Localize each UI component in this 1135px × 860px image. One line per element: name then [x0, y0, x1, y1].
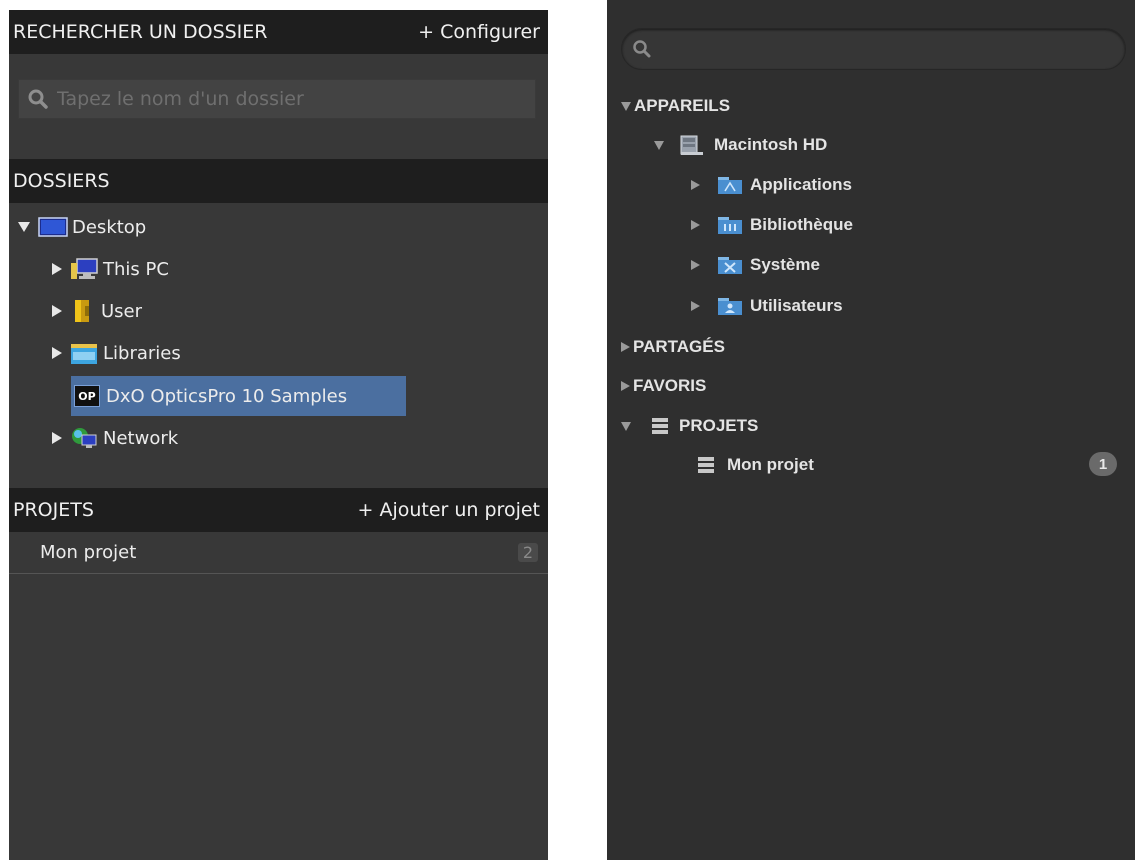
tree-item-label: Macintosh HD — [714, 135, 828, 154]
tree-item-bibliotheque[interactable]: Bibliothèque — [691, 209, 853, 241]
tree-item-applications[interactable]: Applications — [691, 169, 852, 201]
libraries-icon — [71, 344, 97, 364]
expand-arrow-icon[interactable] — [691, 180, 700, 190]
configure-button[interactable]: + Configurer — [418, 21, 540, 43]
expand-arrow-icon[interactable] — [621, 381, 630, 391]
tree-item-utilisateurs[interactable]: Utilisateurs — [691, 290, 843, 322]
desktop-icon — [38, 217, 68, 237]
tree-item-macintosh-hd[interactable]: Macintosh HD — [654, 129, 827, 161]
computer-icon — [71, 258, 98, 279]
search-folder-title: RECHERCHER UN DOSSIER — [13, 21, 268, 43]
projects-header: PROJETS + Ajouter un projet — [9, 488, 548, 532]
tree-item-network[interactable]: Network — [52, 418, 178, 458]
tree-item-label: Système — [750, 255, 820, 274]
search-folder-header: RECHERCHER UN DOSSIER + Configurer — [9, 10, 548, 54]
user-folder-icon — [75, 300, 89, 322]
tree-item-label: DxO OpticsPro 10 Samples — [106, 385, 348, 407]
section-projects-label: PROJETS — [679, 416, 759, 435]
op-icon-text: OP — [78, 389, 96, 403]
system-folder-icon — [718, 257, 742, 274]
project-count-badge: 1 — [1089, 452, 1117, 476]
tree-item-systeme[interactable]: Système — [691, 249, 820, 281]
section-projects[interactable]: PROJETS — [621, 410, 758, 442]
project-count-badge: 2 — [517, 543, 538, 562]
tree-item-this-pc[interactable]: This PC — [52, 249, 169, 289]
tree-item-dxo-samples[interactable]: OP DxO OpticsPro 10 Samples — [71, 376, 406, 416]
section-favorites[interactable]: FAVORIS — [621, 370, 706, 402]
project-item[interactable]: Mon projet 2 — [9, 532, 548, 574]
section-shared[interactable]: PARTAGÉS — [621, 331, 725, 363]
collapse-arrow-icon[interactable] — [621, 421, 631, 431]
folders-title: DOSSIERS — [13, 170, 110, 192]
expand-arrow-icon[interactable] — [52, 347, 62, 359]
add-project-button[interactable]: + Ajouter un projet — [357, 499, 540, 521]
expand-arrow-icon[interactable] — [52, 305, 62, 317]
tree-item-user[interactable]: User — [52, 291, 142, 331]
section-devices[interactable]: APPAREILS — [621, 90, 730, 122]
search-icon — [633, 40, 651, 58]
expand-arrow-icon[interactable] — [691, 220, 700, 230]
section-favorites-label: FAVORIS — [633, 376, 707, 395]
hard-drive-icon — [680, 135, 703, 155]
tree-item-desktop[interactable]: Desktop — [18, 207, 146, 247]
folder-browser-panel-windows: RECHERCHER UN DOSSIER + Configurer DOSSI… — [9, 10, 548, 860]
folder-search-input[interactable] — [57, 88, 527, 110]
folder-search-box[interactable] — [18, 79, 536, 119]
users-folder-icon — [718, 298, 742, 315]
project-item-label: Mon projet — [40, 542, 137, 563]
project-stack-icon — [652, 418, 668, 434]
expand-arrow-icon[interactable] — [691, 260, 700, 270]
tree-item-label: Libraries — [103, 342, 181, 364]
project-item-label: Mon projet — [727, 455, 814, 474]
mac-search-box[interactable] — [621, 28, 1126, 70]
projects-title: PROJETS — [13, 499, 94, 521]
collapse-arrow-icon[interactable] — [654, 140, 664, 150]
section-devices-label: APPAREILS — [634, 96, 731, 115]
applications-folder-icon — [718, 177, 742, 194]
library-folder-icon — [718, 217, 742, 234]
search-icon — [28, 89, 48, 109]
section-shared-label: PARTAGÉS — [633, 337, 725, 356]
tree-item-label: Desktop — [72, 216, 147, 238]
expand-arrow-icon[interactable] — [621, 342, 630, 352]
tree-item-label: Bibliothèque — [750, 215, 853, 234]
expand-arrow-icon[interactable] — [52, 432, 62, 444]
network-icon — [72, 428, 97, 448]
tree-item-label: Network — [103, 427, 179, 449]
expand-arrow-icon[interactable] — [18, 222, 30, 232]
tree-item-label: Utilisateurs — [750, 296, 843, 315]
tree-item-label: This PC — [103, 258, 169, 280]
expand-arrow-icon[interactable] — [52, 263, 62, 275]
folders-header: DOSSIERS — [9, 159, 548, 203]
tree-item-libraries[interactable]: Libraries — [52, 333, 181, 373]
tree-item-label: User — [101, 300, 143, 322]
folder-browser-panel-mac: APPAREILS Macintosh HD Applications Bibl… — [607, 0, 1135, 860]
collapse-arrow-icon[interactable] — [621, 101, 631, 111]
expand-arrow-icon[interactable] — [691, 301, 700, 311]
mac-search-input[interactable] — [658, 40, 1118, 58]
project-item[interactable]: Mon projet — [697, 449, 814, 481]
op-icon: OP — [74, 385, 100, 407]
tree-item-label: Applications — [750, 175, 853, 194]
project-stack-icon — [698, 457, 714, 473]
